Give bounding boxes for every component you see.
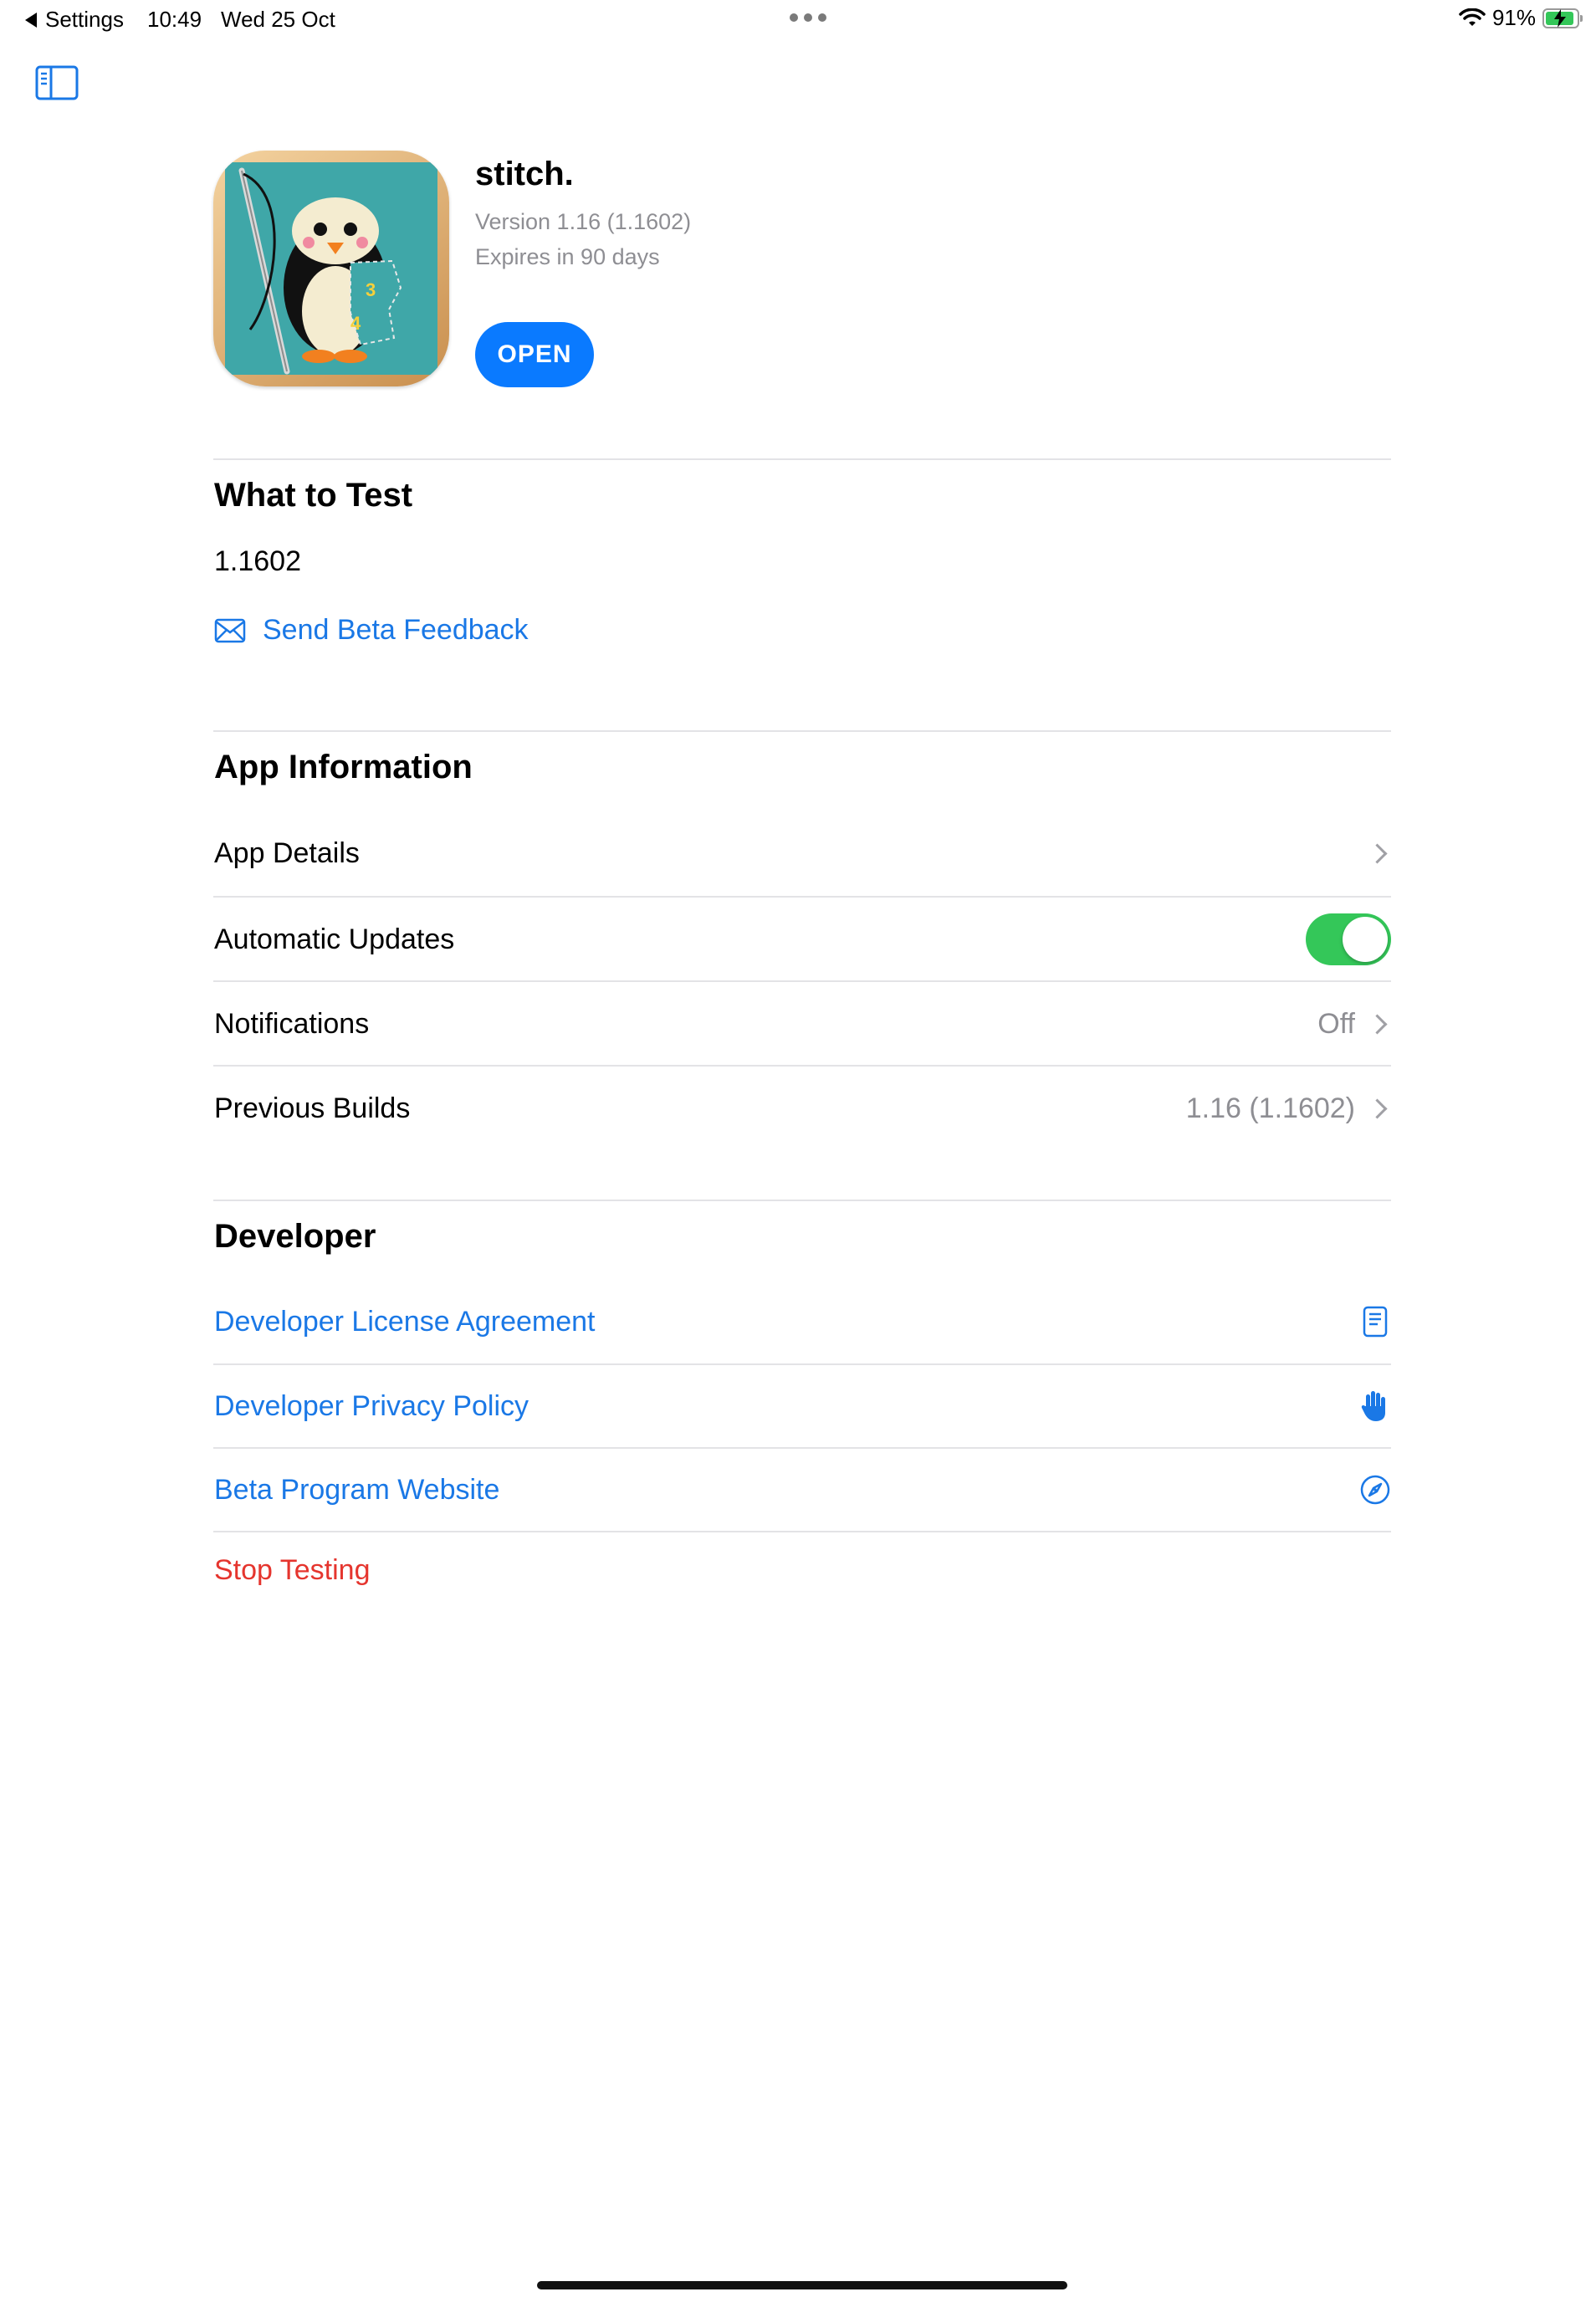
section-title-developer: Developer	[214, 1218, 376, 1255]
divider	[213, 730, 1391, 732]
row-beta-program-website[interactable]: Beta Program Website	[214, 1448, 1391, 1532]
chevron-right-icon	[1367, 1013, 1388, 1035]
row-developer-license-agreement[interactable]: Developer License Agreement	[214, 1280, 1391, 1363]
section-title-app-information: App Information	[214, 749, 473, 785]
automatic-updates-toggle[interactable]	[1306, 913, 1391, 965]
row-app-details[interactable]: App Details	[214, 811, 1391, 895]
what-to-test-notes: 1.1602	[214, 545, 301, 577]
battery-percent: 91%	[1491, 5, 1536, 30]
compass-icon	[1360, 1475, 1390, 1505]
svg-text:3: 3	[366, 279, 376, 300]
divider	[213, 1200, 1391, 1201]
status-date: Wed 25 Oct	[221, 7, 335, 32]
back-arrow-icon	[25, 12, 37, 28]
row-label: App Details	[214, 836, 360, 869]
row-automatic-updates: Automatic Updates	[214, 898, 1391, 981]
status-right: 91%	[1459, 5, 1583, 31]
home-indicator[interactable]	[537, 2281, 1067, 2289]
row-label: Previous Builds	[214, 1092, 411, 1124]
multitasking-dots-icon[interactable]	[790, 13, 826, 22]
row-label: Developer Privacy Policy	[214, 1389, 529, 1422]
stop-testing-button[interactable]: Stop Testing	[214, 1528, 1391, 1612]
row-label: Beta Program Website	[214, 1473, 500, 1506]
penguin-icon: 3 4	[225, 162, 437, 375]
back-to-settings[interactable]: Settings	[25, 7, 124, 33]
envelope-icon	[214, 618, 246, 642]
document-icon	[1363, 1306, 1388, 1338]
wifi-icon	[1459, 8, 1486, 26]
svg-text:4: 4	[350, 313, 361, 334]
row-developer-privacy-policy[interactable]: Developer Privacy Policy	[214, 1364, 1391, 1448]
chevron-right-icon	[1367, 842, 1388, 864]
row-notifications[interactable]: Notifications Off	[214, 982, 1391, 1066]
row-label: Notifications	[214, 1007, 370, 1040]
sidebar-toggle-icon[interactable]	[35, 65, 79, 100]
app-version: Version 1.16 (1.1602)	[475, 209, 692, 234]
divider	[213, 458, 1391, 460]
app-name: stitch.	[475, 156, 574, 192]
stop-testing-label: Stop Testing	[214, 1553, 371, 1586]
status-bar: Settings 10:49 Wed 25 Oct 91%	[0, 0, 1596, 40]
battery-icon	[1542, 8, 1583, 28]
open-button[interactable]: OPEN	[475, 322, 594, 387]
previous-builds-value: 1.16 (1.1602)	[1185, 1092, 1355, 1124]
section-title-what-to-test: What to Test	[214, 477, 413, 514]
back-label: Settings	[45, 7, 124, 32]
row-label: Automatic Updates	[214, 923, 455, 955]
app-icon: 3 4	[213, 151, 449, 386]
status-time: 10:49	[147, 7, 202, 32]
hand-raised-icon	[1361, 1391, 1385, 1421]
send-beta-feedback-label: Send Beta Feedback	[263, 614, 529, 646]
row-label: Developer License Agreement	[214, 1305, 596, 1338]
send-beta-feedback-link[interactable]: Send Beta Feedback	[214, 614, 529, 647]
row-previous-builds[interactable]: Previous Builds 1.16 (1.1602)	[214, 1067, 1391, 1150]
notifications-value: Off	[1317, 1007, 1355, 1040]
chevron-right-icon	[1367, 1097, 1388, 1119]
app-expiry: Expires in 90 days	[475, 244, 660, 269]
